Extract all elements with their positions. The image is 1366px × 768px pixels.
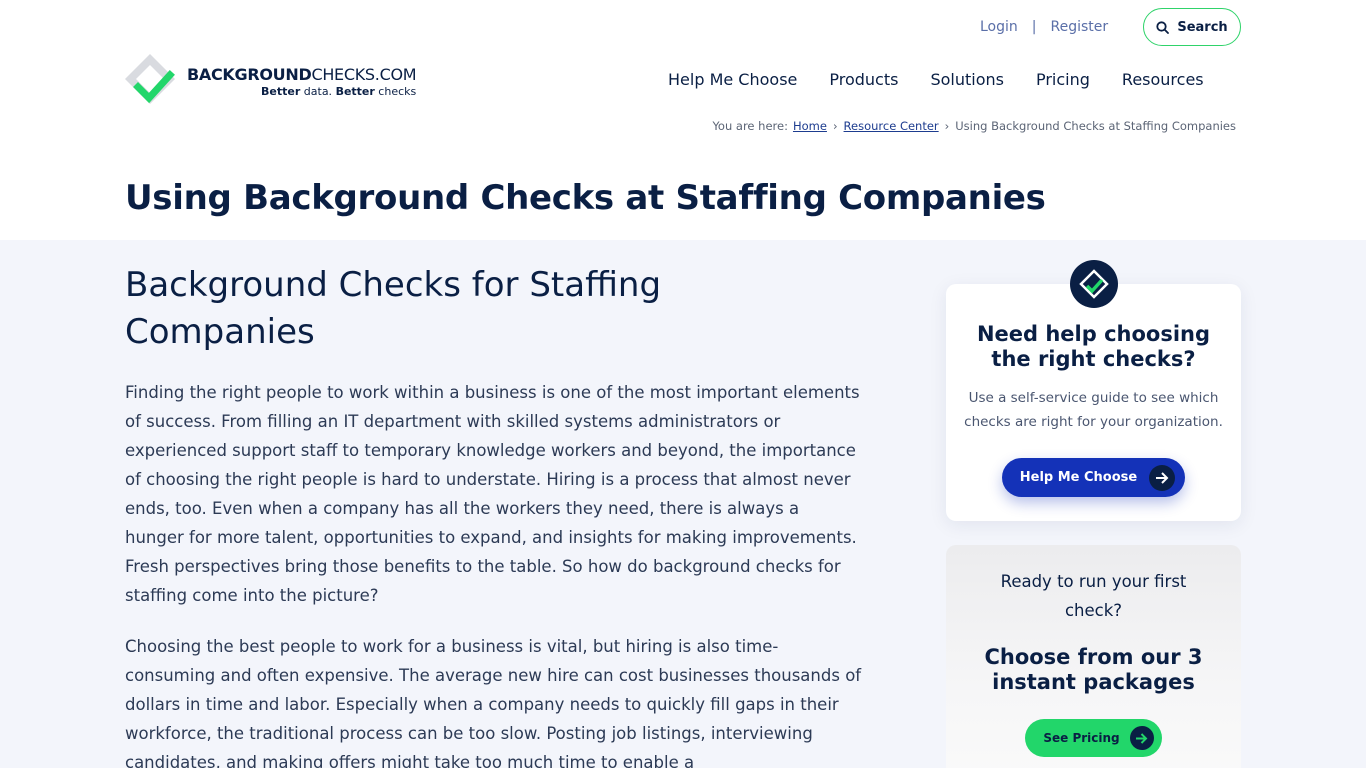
breadcrumb-resource-center[interactable]: Resource Center [844,119,939,133]
breadcrumb-prefix: You are here: [712,119,788,133]
help-choose-card: Need help choosing the right checks? Use… [946,284,1241,521]
article-heading: Background Checks for Staffing Companies [125,265,662,352]
register-link[interactable]: Register [1051,19,1109,35]
login-link[interactable]: Login [980,19,1018,35]
article-paragraph: Choosing the best people to work for a b… [125,637,862,768]
help-me-choose-button-label: Help Me Choose [1019,470,1138,485]
main-nav: Help Me Choose Products Solutions Pricin… [668,70,1204,89]
pricing-card-ready-text: Ready to run your first check? [1000,572,1187,620]
help-me-choose-button[interactable]: Help Me Choose [1001,458,1186,497]
search-button[interactable]: Search [1143,8,1241,46]
nav-resources[interactable]: Resources [1122,70,1204,89]
logo-check-icon [125,54,179,108]
site-logo[interactable]: BACKGROUNDCHECKS.COM Better data. Better… [125,54,417,108]
arrow-right-icon [1129,726,1154,750]
nav-pricing[interactable]: Pricing [1036,70,1090,89]
logo-brand: BACKGROUNDCHECKS.COM [187,64,417,84]
help-check-icon [1070,260,1118,308]
nav-help-me-choose[interactable]: Help Me Choose [668,70,797,89]
breadcrumb-chevron-icon: › [944,119,950,133]
article: Background Checks for Staffing Companies… [125,262,865,768]
page-title: Using Background Checks at Staffing Comp… [125,178,1046,218]
nav-solutions[interactable]: Solutions [930,70,1004,89]
see-pricing-button[interactable]: See Pricing [1025,719,1162,757]
logo-tagline: Better data. Better checks [261,84,417,98]
breadcrumb-home[interactable]: Home [793,119,827,133]
see-pricing-button-label: See Pricing [1043,731,1120,745]
pricing-card: Ready to run your first check? Choose fr… [946,545,1241,768]
search-icon [1156,20,1170,34]
pricing-card-title: Choose from our 3 instant packages [984,645,1203,694]
breadcrumb: You are here: Home › Resource Center › U… [712,119,1236,133]
search-button-label: Search [1177,19,1228,35]
breadcrumb-chevron-icon: › [832,119,838,133]
logo-text: BACKGROUNDCHECKS.COM Better data. Better… [187,64,417,98]
article-paragraph: Finding the right people to work within … [125,383,860,605]
top-links: Login | Register [980,8,1108,46]
top-links-separator: | [1031,19,1037,35]
help-card-text: Use a self-service guide to see which ch… [964,390,1223,430]
help-card-title: Need help choosing the right checks? [976,322,1211,371]
breadcrumb-current: Using Background Checks at Staffing Comp… [955,119,1236,133]
arrow-right-icon [1149,464,1176,491]
nav-products[interactable]: Products [829,70,898,89]
